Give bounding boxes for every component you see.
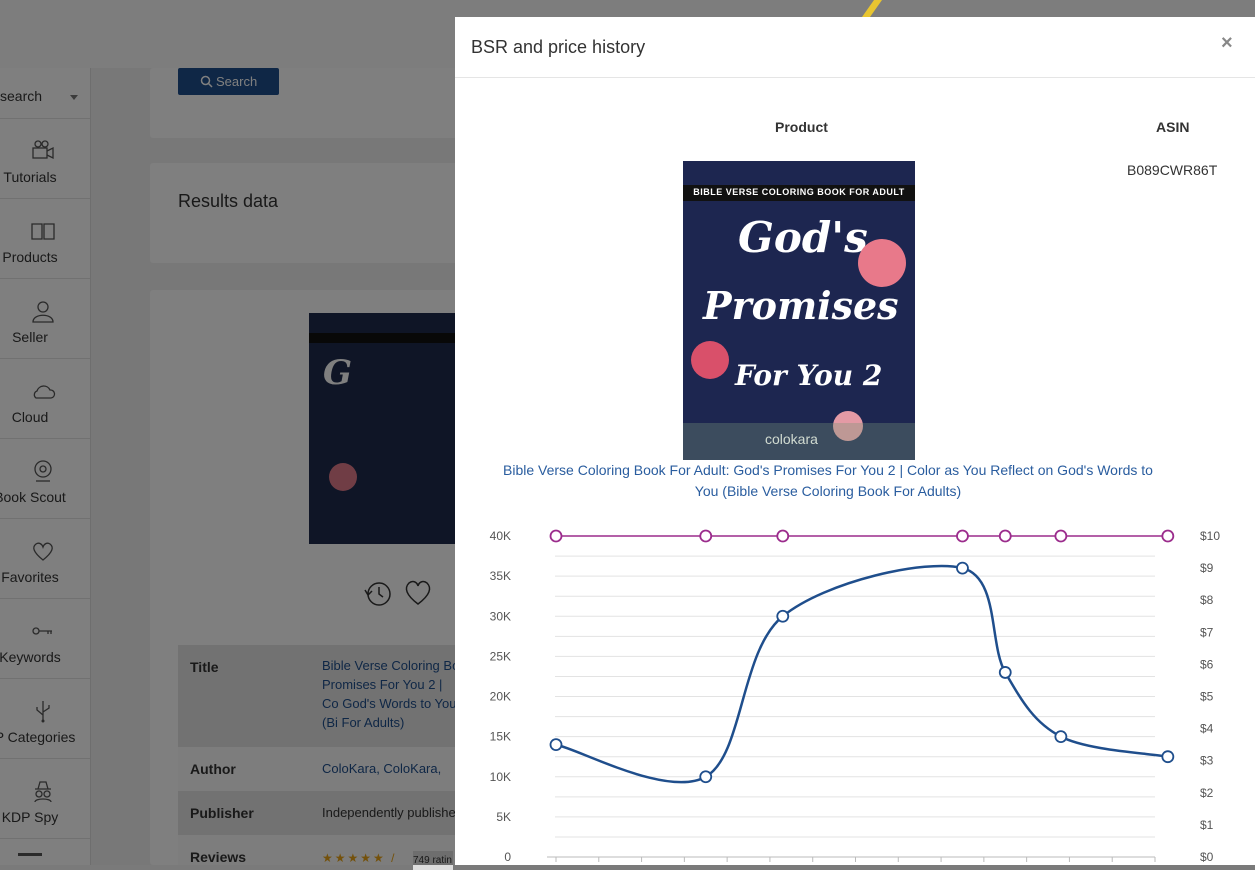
modal-title: BSR and price history	[471, 37, 646, 57]
y-left-tick-label: 5K	[496, 810, 511, 824]
asin-column-header: ASIN	[1156, 119, 1190, 135]
y-right-tick-label: $6	[1200, 657, 1214, 671]
pencil-icon	[862, 0, 882, 17]
y-left-tick-label: 15K	[490, 730, 511, 744]
bsr-point[interactable]	[998, 666, 1012, 679]
cover-title-line2: Promises	[703, 283, 899, 328]
product-cover-image[interactable]: BIBLE VERSE COLORING BOOK FOR ADULT God'…	[683, 161, 915, 460]
y-right-tick-label: $10	[1200, 529, 1220, 543]
y-right-tick-label: $1	[1200, 818, 1214, 832]
cover-banner: BIBLE VERSE COLORING BOOK FOR ADULT	[693, 187, 905, 197]
product-column-header: Product	[775, 119, 828, 135]
price-point[interactable]	[998, 529, 1012, 543]
price-point[interactable]	[1054, 529, 1068, 543]
y-left-tick-label: 35K	[490, 569, 511, 583]
y-left-tick-label: 10K	[490, 770, 511, 784]
cover-title-line3: For You 2	[735, 359, 883, 392]
modal-header: BSR and price history ×	[455, 17, 1255, 78]
close-button[interactable]: ×	[1221, 32, 1233, 55]
bsr-point[interactable]	[956, 561, 969, 575]
y-left-tick-label: 25K	[490, 649, 511, 663]
y-right-tick-label: $2	[1200, 786, 1214, 800]
bsr-point[interactable]	[776, 609, 790, 623]
price-point[interactable]	[549, 529, 563, 543]
price-point[interactable]	[699, 529, 713, 543]
bsr-point[interactable]	[1054, 730, 1068, 744]
y-right-tick-label: $9	[1200, 561, 1214, 575]
price-point[interactable]	[776, 529, 790, 543]
y-left-tick-label: 30K	[490, 609, 511, 623]
y-right-tick-label: $0	[1200, 850, 1214, 864]
y-left-tick-label: 40K	[490, 529, 511, 543]
y-right-tick-label: $7	[1200, 625, 1214, 639]
y-right-tick-label: $3	[1200, 754, 1214, 768]
y-right-tick-label: $5	[1200, 690, 1214, 704]
y-left-tick-label: 0	[504, 850, 511, 864]
bsr-point[interactable]	[699, 770, 713, 784]
cover-title-line1: God's	[738, 213, 868, 262]
bsr-price-chart: 0 5K 10K 15K 20K 25K 30K 35K 40K $0 $1 $2 $3 $4 $5 $6 $7…	[490, 529, 1221, 864]
y-right-tick-label: $4	[1200, 722, 1214, 736]
y-right-tick-label: $8	[1200, 593, 1214, 607]
bsr-point[interactable]	[549, 738, 563, 752]
y-left-tick-label: 20K	[490, 690, 511, 704]
price-point[interactable]	[956, 529, 969, 543]
asin-value: B089CWR86T	[1127, 162, 1218, 178]
bsr-history-modal: BSR and price history × Product ASIN B08…	[455, 17, 1255, 865]
product-title-link[interactable]: Bible Verse Coloring Book For Adult: God…	[503, 460, 1153, 502]
price-point[interactable]	[1161, 529, 1175, 543]
bsr-series-line	[555, 564, 1169, 784]
bsr-point[interactable]	[1161, 750, 1175, 764]
